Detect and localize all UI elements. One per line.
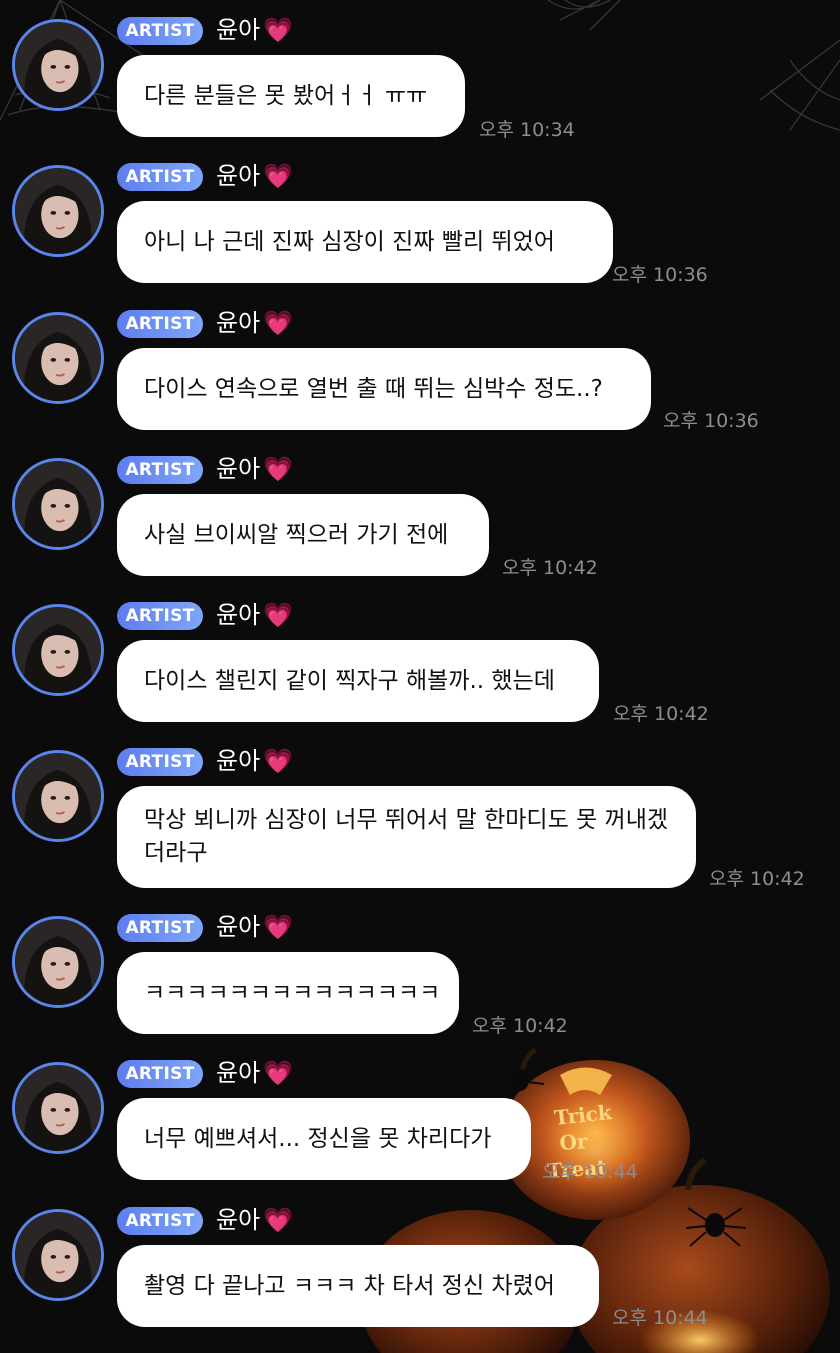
message-bubble[interactable]: 너무 예쁘셔서... 정신을 못 차리다가	[117, 1098, 531, 1180]
pink-heart-icon: 💗	[263, 16, 294, 44]
sender-name: 윤아 💗	[216, 160, 293, 192]
sender-name: 윤아 💗	[216, 14, 293, 46]
message-bubble[interactable]: 촬영 다 끝나고 ㅋㅋㅋ 차 타서 정신 차렸어	[117, 1245, 599, 1327]
sender-name: 윤아 💗	[216, 745, 293, 777]
pink-heart-icon: 💗	[263, 1206, 294, 1234]
message-bubble[interactable]: 사실 브이씨알 찍으러 가기 전에	[117, 494, 489, 576]
artist-badge: ARTIST	[117, 748, 203, 776]
artist-badge: ARTIST	[117, 17, 203, 45]
message-bubble[interactable]: ㅋㅋㅋㅋㅋㅋㅋㅋㅋㅋㅋㅋㅋㅋ	[117, 952, 459, 1034]
message-text: 아니 나 근데 진짜 심장이 진짜 빨리 뛰었어	[144, 228, 555, 255]
avatar[interactable]	[12, 1209, 104, 1301]
artist-badge-label: ARTIST	[125, 314, 195, 334]
chat-message: ARTIST 윤아 💗 사실 브이씨알 찍으러 가기 전에 오후 10:42	[0, 439, 840, 585]
sender-name-label: 윤아	[216, 913, 261, 941]
sender-name-label: 윤아	[216, 16, 261, 44]
chat-message: ARTIST 윤아 💗 다이스 챌린지 같이 찍자구 해볼까.. 했는데 오후 1…	[0, 585, 840, 731]
message-text: 막상 뵈니까 심장이 너무 뛰어서 말 한마디도 못 꺼내겠더라구	[144, 807, 669, 866]
artist-badge: ARTIST	[117, 914, 203, 942]
message-bubble[interactable]: 아니 나 근데 진짜 심장이 진짜 빨리 뛰었어	[117, 201, 613, 283]
avatar[interactable]	[12, 604, 104, 696]
chat-message: ARTIST 윤아 💗 ㅋㅋㅋㅋㅋㅋㅋㅋㅋㅋㅋㅋㅋㅋ 오후 10:42	[0, 897, 840, 1043]
artist-badge-label: ARTIST	[125, 606, 195, 626]
artist-badge: ARTIST	[117, 602, 203, 630]
avatar[interactable]	[12, 458, 104, 550]
message-timestamp: 오후 10:36	[612, 264, 708, 286]
chat-message: ARTIST 윤아 💗 다른 분들은 못 봤어ㅓㅓ ㅠㅠ 오후 10:34	[0, 0, 840, 146]
sender-name-label: 윤아	[216, 1059, 261, 1087]
message-text: 다른 분들은 못 봤어ㅓㅓ ㅠㅠ	[144, 82, 428, 109]
sender-name-label: 윤아	[216, 601, 261, 629]
message-bubble[interactable]: 다이스 챌린지 같이 찍자구 해볼까.. 했는데	[117, 640, 599, 722]
pink-heart-icon: 💗	[263, 601, 294, 629]
message-text: 사실 브이씨알 찍으러 가기 전에	[144, 521, 449, 548]
pink-heart-icon: 💗	[263, 913, 294, 941]
pink-heart-icon: 💗	[263, 747, 294, 775]
message-timestamp: 오후 10:42	[502, 557, 598, 579]
chat-message-list[interactable]: ARTIST 윤아 💗 다른 분들은 못 봤어ㅓㅓ ㅠㅠ 오후 10:34 ART…	[0, 0, 840, 1353]
chat-message: ARTIST 윤아 💗 다이스 연속으로 열번 출 때 뛰는 심박수 정도..? …	[0, 293, 840, 439]
artist-badge: ARTIST	[117, 310, 203, 338]
pink-heart-icon: 💗	[263, 162, 294, 190]
avatar[interactable]	[12, 750, 104, 842]
message-timestamp: 오후 10:42	[709, 868, 805, 890]
message-timestamp: 오후 10:44	[612, 1307, 708, 1329]
artist-badge: ARTIST	[117, 1207, 203, 1235]
artist-badge-label: ARTIST	[125, 752, 195, 772]
chat-message: ARTIST 윤아 💗 촬영 다 끝나고 ㅋㅋㅋ 차 타서 정신 차렸어 오후 1…	[0, 1190, 840, 1336]
message-text: ㅋㅋㅋㅋㅋㅋㅋㅋㅋㅋㅋㅋㅋㅋ	[144, 979, 441, 1006]
artist-badge: ARTIST	[117, 163, 203, 191]
message-text: 촬영 다 끝나고 ㅋㅋㅋ 차 타서 정신 차렸어	[144, 1272, 555, 1299]
artist-badge-label: ARTIST	[125, 918, 195, 938]
pink-heart-icon: 💗	[263, 455, 294, 483]
message-timestamp: 오후 10:36	[663, 410, 759, 432]
pink-heart-icon: 💗	[263, 1059, 294, 1087]
artist-badge: ARTIST	[117, 456, 203, 484]
message-text: 너무 예쁘셔서... 정신을 못 차리다가	[144, 1125, 492, 1152]
sender-name: 윤아 💗	[216, 453, 293, 485]
artist-badge-label: ARTIST	[125, 167, 195, 187]
sender-name-label: 윤아	[216, 1206, 261, 1234]
message-text: 다이스 연속으로 열번 출 때 뛰는 심박수 정도..?	[144, 375, 603, 402]
avatar[interactable]	[12, 312, 104, 404]
sender-name-label: 윤아	[216, 162, 261, 190]
message-timestamp: 오후 10:42	[613, 703, 709, 725]
artist-badge: ARTIST	[117, 1060, 203, 1088]
artist-badge-label: ARTIST	[125, 21, 195, 41]
message-bubble[interactable]: 막상 뵈니까 심장이 너무 뛰어서 말 한마디도 못 꺼내겠더라구	[117, 786, 696, 888]
chat-message: ARTIST 윤아 💗 막상 뵈니까 심장이 너무 뛰어서 말 한마디도 못 꺼내…	[0, 731, 840, 890]
avatar[interactable]	[12, 165, 104, 257]
artist-badge-label: ARTIST	[125, 1211, 195, 1231]
sender-name: 윤아 💗	[216, 1057, 293, 1089]
avatar[interactable]	[12, 916, 104, 1008]
sender-name-label: 윤아	[216, 747, 261, 775]
avatar[interactable]	[12, 1062, 104, 1154]
message-timestamp: 오후 10:44	[542, 1161, 638, 1183]
artist-badge-label: ARTIST	[125, 1064, 195, 1084]
message-bubble[interactable]: 다이스 연속으로 열번 출 때 뛰는 심박수 정도..?	[117, 348, 651, 430]
sender-name-label: 윤아	[216, 455, 261, 483]
message-bubble[interactable]: 다른 분들은 못 봤어ㅓㅓ ㅠㅠ	[117, 55, 465, 137]
message-timestamp: 오후 10:42	[472, 1015, 568, 1037]
chat-message: ARTIST 윤아 💗 아니 나 근데 진짜 심장이 진짜 빨리 뛰었어 오후 1…	[0, 146, 840, 292]
message-text: 다이스 챌린지 같이 찍자구 해볼까.. 했는데	[144, 667, 555, 694]
artist-badge-label: ARTIST	[125, 460, 195, 480]
sender-name: 윤아 💗	[216, 911, 293, 943]
message-timestamp: 오후 10:34	[479, 119, 575, 141]
sender-name-label: 윤아	[216, 309, 261, 337]
avatar[interactable]	[12, 19, 104, 111]
sender-name: 윤아 💗	[216, 599, 293, 631]
chat-message: ARTIST 윤아 💗 너무 예쁘셔서... 정신을 못 차리다가 오후 10:4…	[0, 1043, 840, 1189]
sender-name: 윤아 💗	[216, 307, 293, 339]
sender-name: 윤아 💗	[216, 1204, 293, 1236]
pink-heart-icon: 💗	[263, 309, 294, 337]
